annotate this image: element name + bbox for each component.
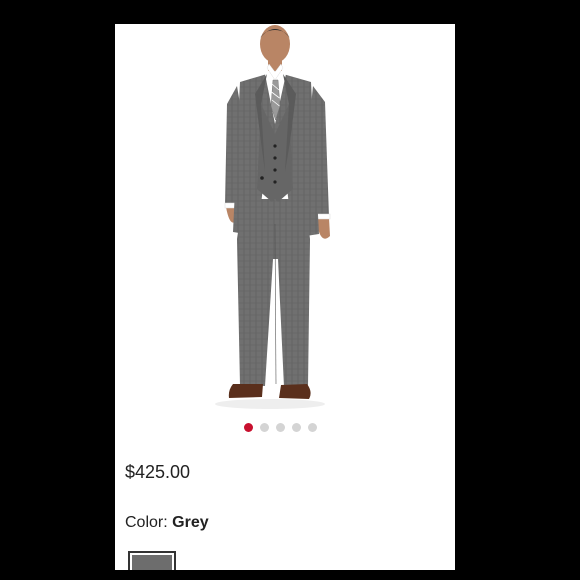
color-selection: Color: Grey bbox=[125, 514, 209, 532]
carousel-indicator bbox=[244, 423, 317, 433]
carousel-dot-3[interactable] bbox=[276, 423, 285, 432]
carousel-dot-1[interactable] bbox=[244, 423, 253, 432]
color-swatch-grey[interactable] bbox=[128, 551, 176, 570]
phone-frame: $425.00 Color: Grey bbox=[0, 0, 580, 580]
carousel-dot-5[interactable] bbox=[308, 423, 317, 432]
color-value: Grey bbox=[172, 514, 209, 531]
carousel-dot-4[interactable] bbox=[292, 423, 301, 432]
swatch-fill bbox=[132, 555, 172, 570]
product-page: $425.00 Color: Grey bbox=[115, 24, 455, 570]
product-image[interactable] bbox=[115, 24, 455, 419]
carousel-dot-2[interactable] bbox=[260, 423, 269, 432]
color-label: Color: bbox=[125, 514, 168, 531]
product-price: $425.00 bbox=[125, 462, 191, 482]
